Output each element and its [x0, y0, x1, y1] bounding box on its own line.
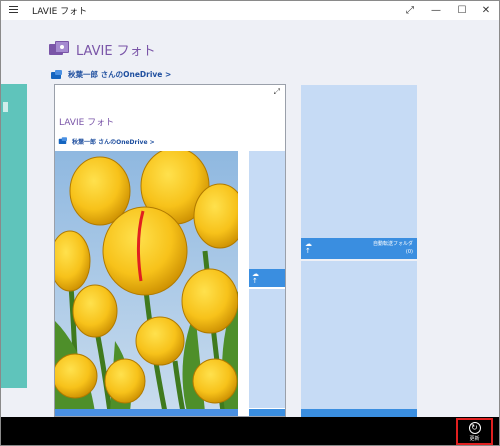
upload-folder-icon: ☁ ↑	[305, 240, 312, 255]
window-title: LAVIE フォト	[32, 7, 88, 17]
side-panel[interactable]	[1, 84, 27, 388]
folder-tile[interactable]	[301, 261, 417, 409]
narrow-tile-strip	[249, 409, 285, 416]
cloud-folder-icon	[50, 69, 64, 80]
expand-icon[interactable]: ⤢	[274, 87, 280, 97]
main-content: LAVIE フォト 秋葉一郎 さんのOneDrive > ⤢ LAVIE フォト…	[1, 20, 499, 417]
narrow-tile	[249, 151, 285, 269]
minimize-button[interactable]: —	[424, 1, 448, 20]
auto-transfer-thumbnail[interactable]	[301, 85, 417, 238]
narrow-tile-lower	[249, 289, 285, 408]
preview-card[interactable]: ⤢ LAVIE フォト 秋葉一郎 さんのOneDrive > ☁ ↑	[54, 84, 286, 417]
close-button[interactable]: ✕	[474, 1, 498, 20]
preview-app-title: LAVIE フォト	[59, 118, 115, 128]
app-bar: ↻ 更新	[1, 417, 499, 445]
photos-icon	[49, 40, 70, 58]
auto-transfer-count: (0)	[405, 249, 413, 255]
cloud-folder-icon	[58, 137, 69, 145]
narrow-tile-bar: ☁ ↑	[249, 269, 285, 287]
preview-onedrive-link-text: 秋葉一郎 さんのOneDrive >	[72, 138, 155, 146]
fullscreen-button[interactable]: ⤢	[398, 1, 422, 20]
upload-folder-icon: ☁ ↑	[252, 270, 259, 285]
app-name: LAVIE フォト	[76, 43, 156, 59]
folder-tiles: ☁ ↑ 自動転送フォルダ (0)	[301, 85, 417, 417]
refresh-icon: ↻	[468, 421, 481, 434]
auto-transfer-tile[interactable]: ☁ ↑ 自動転送フォルダ (0)	[301, 238, 417, 259]
refresh-label: 更新	[469, 435, 480, 442]
refresh-button[interactable]: ↻ 更新	[456, 418, 493, 445]
onedrive-link-text: 秋葉一郎 さんのOneDrive >	[68, 70, 172, 79]
tulip-photo[interactable]	[55, 151, 238, 412]
hamburger-icon[interactable]	[9, 6, 18, 14]
narrow-tile-column[interactable]: ☁ ↑	[249, 151, 285, 416]
preview-onedrive-link[interactable]: 秋葉一郎 さんのOneDrive >	[58, 136, 155, 146]
maximize-button[interactable]: ☐	[450, 1, 474, 20]
auto-transfer-label: 自動転送フォルダ	[372, 241, 413, 247]
photo-tile-bar	[55, 409, 238, 416]
folder-tile-strip	[301, 409, 417, 417]
app-header: LAVIE フォト	[49, 38, 156, 60]
onedrive-link[interactable]: 秋葉一郎 さんのOneDrive >	[50, 69, 171, 80]
title-bar: LAVIE フォト ⤢ — ☐ ✕	[1, 1, 499, 20]
